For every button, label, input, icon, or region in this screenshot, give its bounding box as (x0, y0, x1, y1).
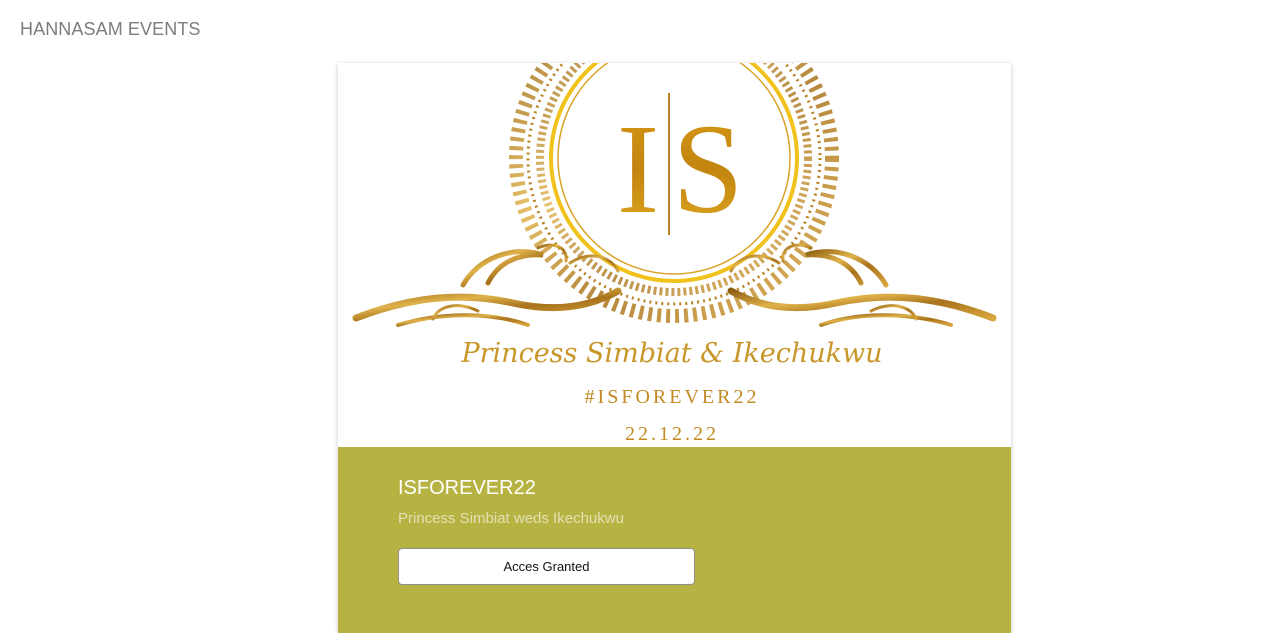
event-card: I S Princess Simbiat & Ikechukwu #ISFORE… (338, 63, 1011, 633)
access-granted-button[interactable]: Acces Granted (398, 548, 695, 585)
event-subtitle: Princess Simbiat weds Ikechukwu (398, 510, 624, 527)
event-title: ISFOREVER22 (398, 477, 536, 499)
event-hashtag: #ISFOREVER22 (585, 386, 760, 408)
wedding-monogram-crest: I S Princess Simbiat & Ikechukwu #ISFORE… (352, 63, 997, 445)
brand-title: HANNASAM EVENTS (20, 19, 201, 39)
event-info-panel: ISFOREVER22 Princess Simbiat weds Ikechu… (338, 447, 1011, 633)
left-flourish (352, 243, 622, 327)
couple-names: Princess Simbiat & Ikechukwu (460, 338, 882, 369)
svg-text:I: I (617, 98, 660, 240)
event-invitation-image: I S Princess Simbiat & Ikechukwu #ISFORE… (338, 63, 1011, 447)
monogram: I S (617, 93, 744, 240)
svg-text:S: S (672, 98, 743, 240)
event-date: 22.12.22 (625, 423, 719, 445)
